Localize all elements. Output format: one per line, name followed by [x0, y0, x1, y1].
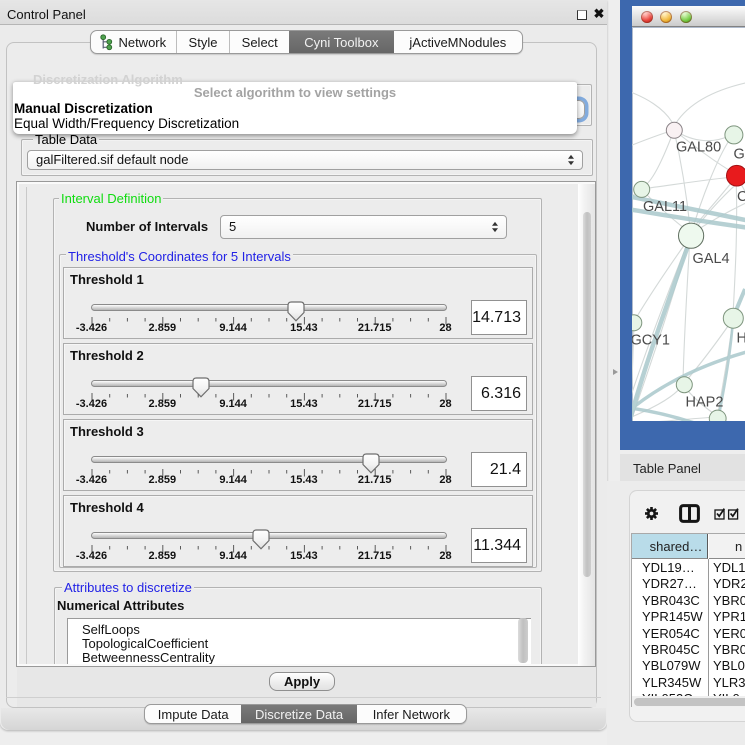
- svg-text:HAP2: HAP2: [686, 395, 724, 411]
- svg-text:GAL11: GAL11: [643, 199, 687, 215]
- svg-text:H: H: [737, 331, 745, 347]
- svg-text:GAL80: GAL80: [676, 140, 721, 156]
- svg-text:GCY1: GCY1: [632, 333, 670, 349]
- svg-text:GA: GA: [734, 147, 745, 163]
- svg-text:GAL4: GAL4: [693, 251, 730, 267]
- svg-text:C: C: [737, 189, 745, 205]
